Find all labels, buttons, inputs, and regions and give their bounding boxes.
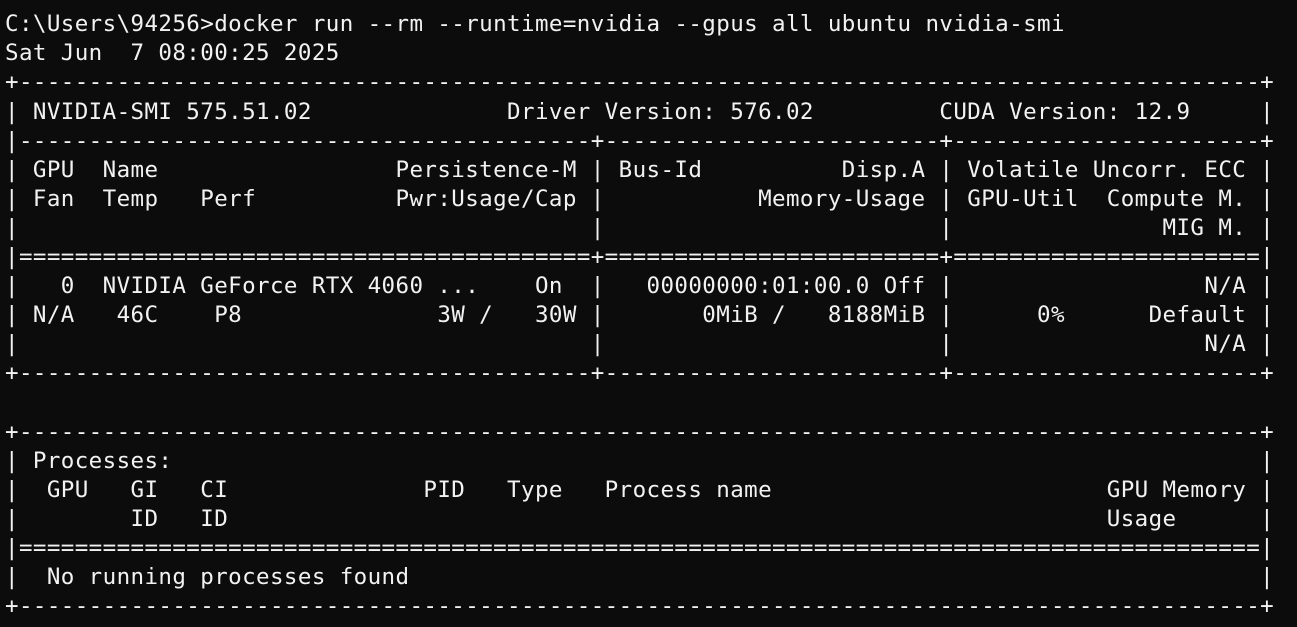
gpu-row-1: | 0 NVIDIA GeForce RTX 4060 ... On | 000…: [5, 273, 1275, 299]
terminal-window[interactable]: C:\Users\94256>docker run --rm --runtime…: [0, 0, 1297, 627]
table-separator: |---------------------------------------…: [5, 128, 1275, 154]
processes-title: | Processes: |: [5, 448, 1275, 474]
table-border-bottom: +---------------------------------------…: [5, 360, 1275, 386]
smi-header-line: | NVIDIA-SMI 575.51.02 Driver Version: 5…: [5, 99, 1275, 125]
gpu-row-3: | | | N/A |: [5, 331, 1275, 357]
no-processes-message: | No running processes found |: [5, 564, 1275, 590]
gpu-table-header-1: | GPU Name Persistence-M | Bus-Id Disp.A…: [5, 157, 1275, 183]
timestamp-line: Sat Jun 7 08:00:25 2025: [5, 40, 340, 66]
processes-header-1: | GPU GI CI PID Type Process name GPU Me…: [5, 477, 1275, 503]
processes-double-rule: |=======================================…: [5, 535, 1275, 561]
processes-border-bottom: +---------------------------------------…: [5, 593, 1275, 619]
table-double-rule: |=======================================…: [5, 244, 1275, 270]
processes-border-top: +---------------------------------------…: [5, 419, 1275, 445]
gpu-table-header-2: | Fan Temp Perf Pwr:Usage/Cap | Memory-U…: [5, 186, 1275, 212]
gpu-table-header-3: | | | MIG M. |: [5, 215, 1275, 241]
gpu-row-2: | N/A 46C P8 3W / 30W | 0MiB / 8188MiB |…: [5, 302, 1275, 328]
table-border-top: +---------------------------------------…: [5, 69, 1275, 95]
processes-header-2: | ID ID Usage |: [5, 506, 1275, 532]
command-prompt-line: C:\Users\94256>docker run --rm --runtime…: [5, 11, 1065, 37]
